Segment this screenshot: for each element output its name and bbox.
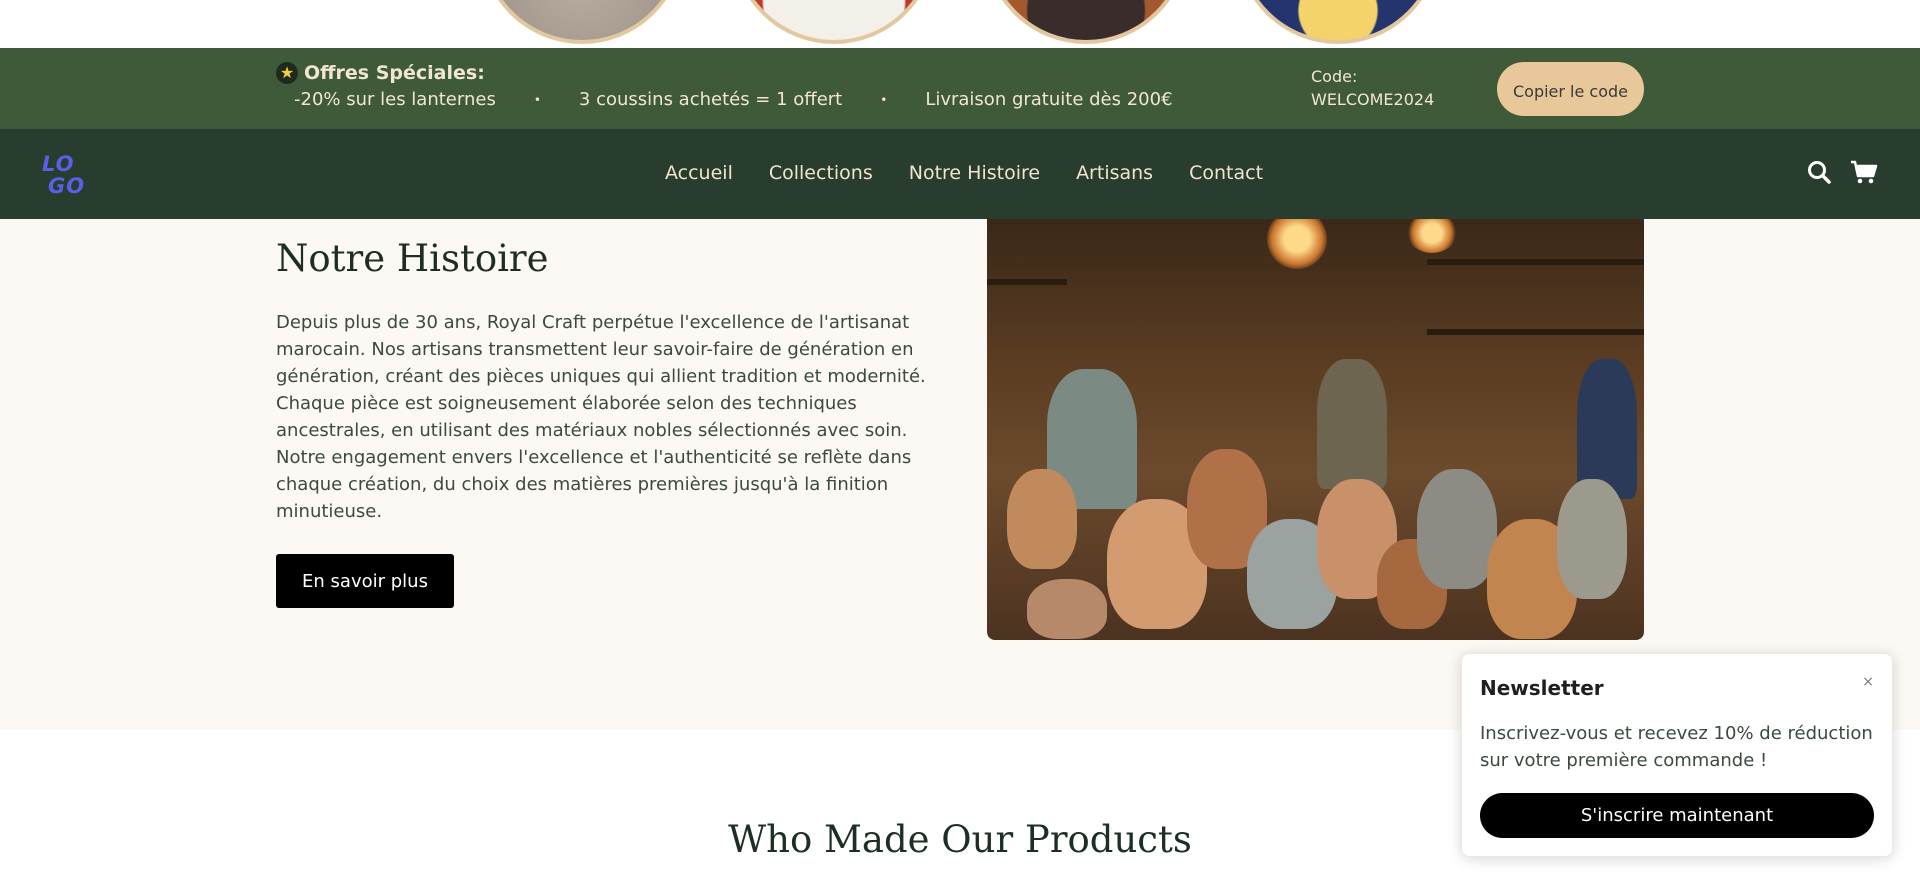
svg-text:LO: LO [42,152,75,176]
nav-links: Accueil Collections Notre Histoire Artis… [665,162,1263,184]
close-icon[interactable]: × [1862,674,1874,690]
nav-link-accueil[interactable]: Accueil [665,162,733,184]
artisan-workshop-image [987,219,1644,640]
promo-bar: ★ Offres Spéciales: -20% sur les lantern… [0,48,1920,129]
subscribe-button[interactable]: S'inscrire maintenant [1480,793,1874,838]
product-carousel-strip [0,0,1920,48]
star-icon: ★ [276,62,298,84]
nav-link-collections[interactable]: Collections [769,162,873,184]
nav-link-artisans[interactable]: Artisans [1076,162,1153,184]
search-icon[interactable] [1806,159,1832,185]
logo-mark: LO GO [42,152,85,198]
product-thumbnail[interactable] [1236,0,1440,44]
svg-text:GO: GO [48,174,85,197]
newsletter-text: Inscrivez-vous et recevez 10% de réducti… [1480,723,1873,771]
promo-item: 3 coussins achetés = 1 offert [578,89,843,110]
promo-separator: • [533,92,541,107]
product-thumbnail[interactable] [732,0,936,44]
cart-icon[interactable] [1850,159,1878,185]
promo-code: Code: WELCOME2024 [1311,67,1435,109]
promo-title-text: Offres Spéciales: [304,62,485,84]
copy-code-button[interactable]: Copier le code [1497,62,1644,116]
nav-link-notre-histoire[interactable]: Notre Histoire [909,162,1040,184]
product-thumbnail[interactable] [480,0,684,44]
histoire-description: Depuis plus de 30 ans, Royal Craft perpé… [276,312,926,522]
promo-item: -20% sur les lanternes [294,89,496,110]
promo-item: Livraison gratuite dès 200€ [925,89,1173,110]
newsletter-title: Newsletter [1480,676,1604,700]
promo-title: ★ Offres Spéciales: [276,62,485,84]
nav-icons [1806,159,1878,185]
promo-separator: • [880,92,888,107]
learn-more-button[interactable]: En savoir plus [276,554,454,608]
newsletter-popup: Newsletter × Inscrivez-vous et recevez 1… [1461,653,1893,857]
nav-link-contact[interactable]: Contact [1189,162,1263,184]
section-title: Notre Histoire [276,237,549,280]
site-logo[interactable]: LO GO [40,151,92,198]
promo-items: -20% sur les lanternes • 3 coussins ache… [294,89,1173,110]
main-navbar: LO GO Accueil Collections Notre Histoire… [0,129,1920,219]
product-thumbnail[interactable] [984,0,1188,44]
